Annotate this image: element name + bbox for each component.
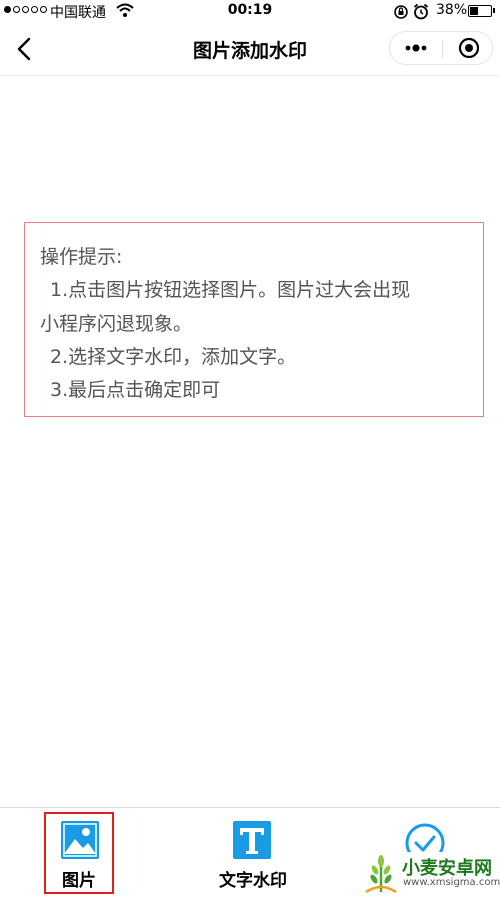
instruction-step-2: 2.选择文字水印，添加文字。	[50, 346, 297, 368]
instructions-title: 操作提示:	[40, 246, 123, 268]
instruction-step-1-continued: 小程序闪退现象。	[40, 313, 193, 335]
text-watermark-label: 文字水印	[219, 871, 287, 891]
rotation-lock-icon	[393, 4, 409, 24]
nav-divider	[0, 75, 500, 76]
battery-icon	[468, 5, 492, 17]
instruction-step-1: 1.点击图片按钮选择图片。图片过大会出现	[50, 279, 411, 301]
text-t-icon	[233, 821, 271, 863]
toolbar-divider	[0, 807, 500, 808]
status-bar: 中国联通 00:19 38%	[0, 0, 500, 24]
miniprogram-capsule	[389, 31, 493, 65]
battery-cap	[493, 8, 495, 13]
image-icon	[61, 821, 99, 863]
text-watermark-button[interactable]: 文字水印	[205, 812, 301, 894]
more-button[interactable]	[390, 32, 442, 64]
check-circle-icon	[404, 822, 446, 852]
alarm-icon	[413, 3, 429, 24]
battery-level	[470, 7, 478, 15]
instruction-step-3: 3.最后点击确定即可	[50, 379, 221, 401]
select-picture-button[interactable]: 图片	[44, 812, 114, 894]
battery-percent: 38%	[436, 2, 468, 18]
more-dots-icon	[405, 44, 427, 52]
watermark-url: www.xmsigma.com	[403, 877, 500, 888]
target-circle-icon	[458, 37, 480, 59]
confirm-button[interactable]	[385, 812, 465, 852]
site-watermark-logo: 小麦安卓网 www.xmsigma.com	[360, 850, 500, 895]
instructions-box: 操作提示: 1.点击图片按钮选择图片。图片过大会出现 小程序闪退现象。 2.选择…	[24, 222, 484, 417]
close-miniprogram-button[interactable]	[443, 32, 493, 64]
picture-label: 图片	[62, 871, 96, 891]
nav-bar: 图片添加水印	[0, 24, 500, 74]
wheat-logo-icon	[365, 855, 397, 894]
